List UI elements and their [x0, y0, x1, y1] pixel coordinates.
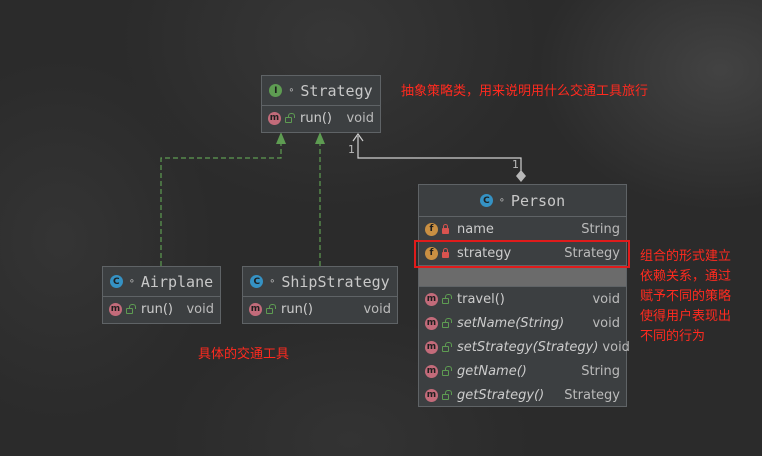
field-icon: f	[425, 222, 438, 236]
class-icon: C	[109, 275, 123, 288]
method-type: void	[363, 301, 391, 317]
method-name: run()	[300, 110, 332, 126]
public-icon	[442, 366, 452, 376]
method-type: void	[592, 291, 620, 307]
method-name: run()	[141, 301, 173, 317]
method-type: Strategy	[564, 387, 620, 403]
method-name: getName()	[457, 363, 527, 379]
public-icon	[442, 342, 452, 352]
method-name: travel()	[457, 291, 505, 307]
method-icon: m	[425, 364, 438, 378]
method-name: getStrategy()	[457, 387, 545, 403]
composition-note-line: 依赖关系，通过	[640, 269, 732, 284]
public-icon	[442, 390, 452, 400]
person-method-row[interactable]: m travel() void	[419, 287, 626, 311]
person-header: C ∘ Person	[419, 185, 626, 217]
interface-icon: I	[269, 84, 283, 97]
multiplicity-person-end: 1	[512, 158, 519, 171]
method-type: void	[602, 339, 630, 355]
composition-line	[357, 136, 522, 172]
abstract-strategy-note: 抽象策略类，用来说明用什么交通工具旅行	[401, 84, 649, 99]
airplane-header: C ∘ Airplane	[103, 267, 220, 297]
method-name: run()	[281, 301, 313, 317]
method-icon: m	[109, 302, 122, 316]
method-type: void	[592, 315, 620, 331]
composition-note-line: 使得用户表现出	[640, 309, 732, 324]
strategy-field-highlight	[414, 240, 630, 268]
concrete-strategy-note: 具体的交通工具	[198, 347, 290, 362]
person-title: Person	[510, 191, 566, 210]
ship-strategy-class-box[interactable]: C ∘ ShipStrategy m run() void	[242, 266, 398, 324]
public-icon	[442, 294, 452, 304]
class-icon: C	[250, 275, 264, 288]
composition-note-line: 赋予不同的策略	[640, 289, 732, 304]
method-type: String	[581, 363, 620, 379]
visibility-dot-icon: ∘	[269, 276, 276, 287]
ship-title: ShipStrategy	[281, 272, 390, 291]
method-icon: m	[268, 111, 281, 125]
strategy-title: Strategy	[300, 81, 373, 100]
person-method-row[interactable]: m getName() String	[419, 359, 626, 383]
public-icon	[442, 318, 452, 328]
ship-method-row[interactable]: m run() void	[243, 297, 397, 321]
relation-lines	[160, 132, 526, 266]
airplane-title: Airplane	[140, 272, 214, 291]
properties-section	[419, 266, 626, 286]
person-field-row[interactable]: f name String	[419, 217, 626, 241]
strategy-method-row[interactable]: m run() void	[262, 106, 380, 130]
visibility-dot-icon: ∘	[498, 195, 505, 206]
composition-diamond	[516, 170, 526, 182]
strategy-header: I ∘ Strategy	[262, 76, 380, 106]
airplane-implements-arrowhead	[276, 132, 286, 144]
ship-implements-arrowhead	[315, 132, 325, 144]
composition-note-line: 组合的形式建立	[640, 249, 732, 264]
person-method-row[interactable]: m setStrategy(Strategy) void	[419, 335, 630, 359]
field-name: name	[457, 221, 494, 237]
field-type: String	[581, 221, 620, 237]
person-class-box[interactable]: C ∘ Person f name String f strategy Stra…	[418, 184, 630, 407]
airplane-method-row[interactable]: m run() void	[103, 297, 220, 321]
method-icon: m	[425, 340, 438, 354]
multiplicity-strategy-end: 1	[348, 143, 355, 156]
visibility-dot-icon: ∘	[288, 85, 295, 96]
visibility-dot-icon: ∘	[128, 276, 135, 287]
class-icon: C	[479, 194, 493, 207]
airplane-class-box[interactable]: C ∘ Airplane m run() void	[102, 266, 221, 324]
public-icon	[266, 304, 276, 314]
method-name: setStrategy(Strategy)	[457, 339, 599, 355]
person-method-row[interactable]: m setName(String) void	[419, 311, 626, 335]
strategy-interface-box[interactable]: I ∘ Strategy m run() void	[261, 75, 381, 133]
private-icon	[442, 224, 449, 234]
method-icon: m	[425, 388, 438, 402]
method-icon: m	[425, 292, 438, 306]
ship-header: C ∘ ShipStrategy	[243, 267, 397, 297]
public-icon	[126, 304, 136, 314]
method-type: void	[186, 301, 214, 317]
person-method-row[interactable]: m getStrategy() Strategy	[419, 383, 626, 407]
method-icon: m	[425, 316, 438, 330]
method-type: void	[346, 110, 374, 126]
method-icon: m	[249, 302, 262, 316]
airplane-implements-line	[160, 140, 282, 266]
composition-note: 组合的形式建立 依赖关系，通过 赋予不同的策略 使得用户表现出 不同的行为	[640, 247, 758, 347]
composition-note-line: 不同的行为	[640, 329, 706, 344]
public-icon	[285, 113, 295, 123]
method-name: setName(String)	[457, 315, 565, 331]
